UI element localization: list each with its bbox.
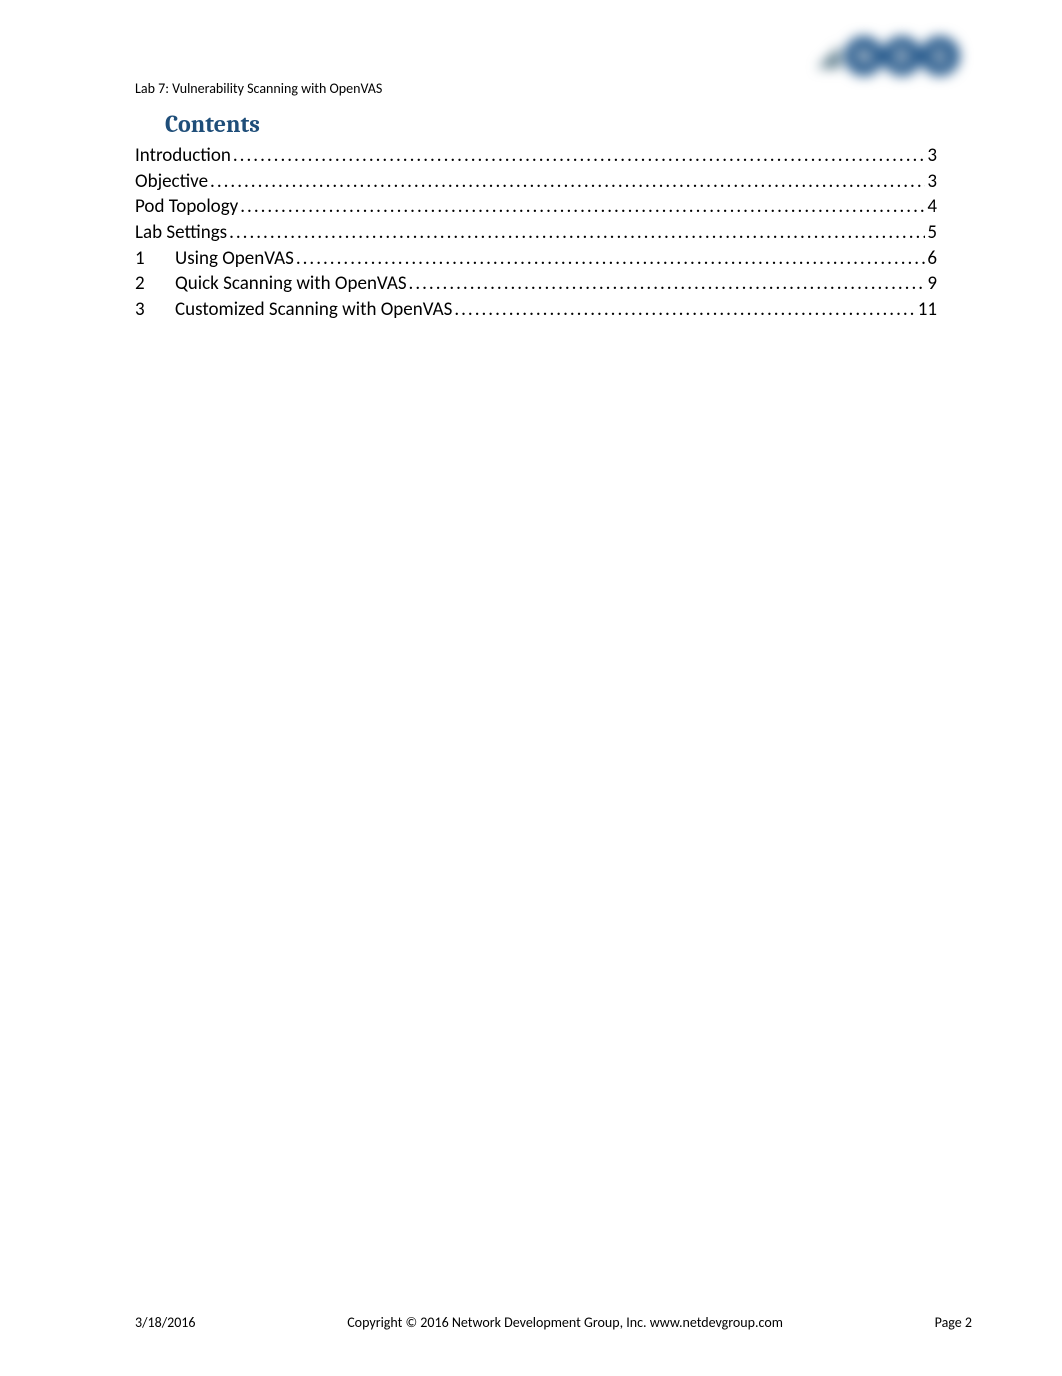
toc-entry: 2 Quick Scanning with OpenVAS ..........… [135, 271, 937, 297]
svg-text:D: D [894, 42, 909, 71]
toc-title: Introduction [135, 143, 231, 169]
toc-title: Using OpenVAS [175, 246, 294, 272]
footer-copyright: Copyright © 2016 Network Development Gro… [195, 1314, 934, 1331]
toc-title: Pod Topology [135, 194, 238, 220]
toc-leader-dots: ........................................… [210, 169, 925, 195]
toc-page-number: 3 [927, 143, 937, 169]
toc-entry: 1 Using OpenVAS ........................… [135, 246, 937, 272]
page-footer: 3/18/2016 Copyright © 2016 Network Devel… [135, 1314, 972, 1331]
toc-title: Lab Settings [135, 220, 227, 246]
toc-leader-dots: ........................................… [233, 143, 925, 169]
toc-page-number: 9 [927, 271, 937, 297]
toc-page-number: 4 [927, 194, 937, 220]
toc-leader-dots: ........................................… [409, 271, 926, 297]
toc-entry: Objective ..............................… [135, 169, 937, 195]
toc-entry: Introduction ...........................… [135, 143, 937, 169]
toc-page-number: 11 [918, 297, 937, 323]
toc-title: Customized Scanning with OpenVAS [175, 297, 452, 323]
toc-section-number: 1 [135, 246, 175, 272]
toc-entry: Lab Settings ...........................… [135, 220, 937, 246]
toc-page-number: 6 [927, 246, 937, 272]
toc-title: Quick Scanning with OpenVAS [175, 271, 407, 297]
toc-leader-dots: ........................................… [240, 194, 925, 220]
toc-leader-dots: ........................................… [229, 220, 925, 246]
toc-entry: Pod Topology ...........................… [135, 194, 937, 220]
toc-page-number: 5 [927, 220, 937, 246]
toc-leader-dots: ........................................… [296, 246, 926, 272]
toc-section-number: 3 [135, 297, 175, 323]
ndg-logo: N D G [812, 28, 962, 83]
ndg-logo-icon: N D G [812, 28, 962, 83]
toc-leader-dots: ........................................… [454, 297, 915, 323]
svg-text:G: G [932, 42, 947, 71]
header-lab-label: Lab 7: Vulnerability Scanning with OpenV… [135, 80, 382, 97]
document-page: Lab 7: Vulnerability Scanning with OpenV… [0, 0, 1062, 1376]
footer-date: 3/18/2016 [135, 1314, 195, 1331]
toc-section-number: 2 [135, 271, 175, 297]
toc-page-number: 3 [927, 169, 937, 195]
svg-text:N: N [856, 42, 872, 71]
toc-title: Objective [135, 169, 208, 195]
toc-entry: 3 Customized Scanning with OpenVAS .....… [135, 297, 937, 323]
contents-heading: Contents [165, 110, 937, 138]
table-of-contents: Introduction ...........................… [135, 143, 937, 322]
footer-page-number: Page 2 [935, 1314, 972, 1331]
